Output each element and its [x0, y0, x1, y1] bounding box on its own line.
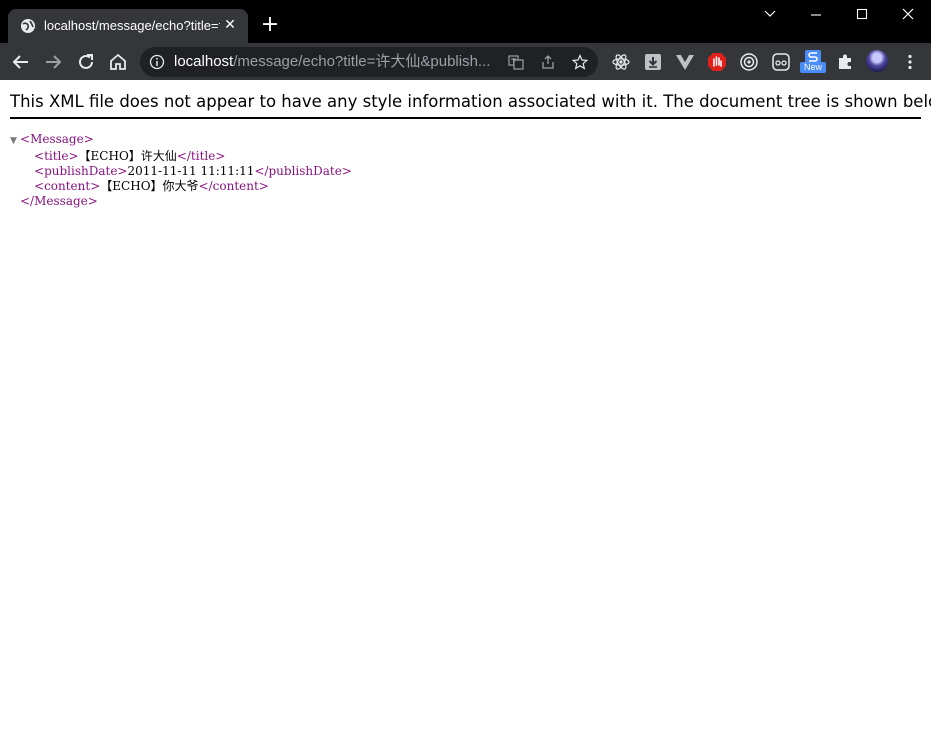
address-path: /message/echo?title=许大仙&publish... — [233, 53, 491, 70]
ghost-icon[interactable] — [771, 52, 791, 72]
xml-element-publishdate: <publishDate>2011-11-11 11:11:11</publis… — [34, 164, 352, 178]
new-badge: New — [800, 62, 826, 73]
xml-root-open[interactable]: ▼ <Message> — [10, 132, 352, 149]
page-content: This XML file does not appear to have an… — [0, 80, 931, 740]
globe-icon — [21, 19, 35, 33]
adblock-icon[interactable] — [707, 52, 727, 72]
home-icon[interactable] — [107, 51, 129, 73]
forward-arrow-icon[interactable] — [42, 51, 64, 73]
tab-search-icon[interactable] — [758, 6, 782, 26]
close-window-icon[interactable] — [896, 6, 920, 26]
xml-element-content: <content>【ECHO】你大爷</content> — [34, 179, 269, 193]
xml-value: 2011-11-11 11:11:11 — [127, 164, 255, 178]
maximize-icon[interactable] — [850, 6, 874, 26]
vue-devtools-icon[interactable] — [675, 52, 695, 72]
xml-value: 【ECHO】你大爷 — [100, 179, 199, 193]
menu-kebab-icon[interactable] — [900, 52, 920, 72]
xml-root-close: </Message> — [20, 194, 98, 208]
close-tab-icon[interactable]: ✕ — [222, 17, 238, 33]
target-icon[interactable] — [739, 52, 759, 72]
xml-value: 【ECHO】许大仙 — [78, 149, 177, 163]
browser-toolbar: localhost/message/echo?title=许大仙&publish… — [0, 43, 931, 80]
xml-style-notice: This XML file does not appear to have an… — [10, 92, 931, 119]
collapse-triangle-icon[interactable]: ▼ — [10, 134, 20, 149]
download-icon[interactable] — [643, 52, 663, 72]
xml-tree: ▼ <Message> <title>【ECHO】许大仙</title> <pub… — [10, 132, 352, 209]
puzzle-icon[interactable] — [835, 52, 855, 72]
address-host: localhost — [174, 53, 234, 70]
xml-element-title: <title>【ECHO】许大仙</title> — [34, 149, 226, 163]
browser-tab[interactable]: localhost/message/echo?title=许大仙&publish… — [8, 9, 248, 43]
back-arrow-icon[interactable] — [10, 51, 32, 73]
new-tab-button[interactable]: + — [260, 14, 280, 36]
xml-open-tag: <Message> — [20, 132, 94, 146]
minimize-icon[interactable] — [804, 6, 828, 26]
address-url[interactable]: localhost/message/echo?title=许大仙&publish… — [174, 54, 490, 70]
react-devtools-icon[interactable] — [611, 52, 631, 72]
share-icon[interactable] — [540, 54, 556, 70]
new-extension-icon[interactable]: New — [800, 50, 826, 74]
browser-titlebar: localhost/message/echo?title=许大仙&publish… — [0, 0, 931, 43]
site-info-icon[interactable] — [149, 54, 165, 70]
tab-title: localhost/message/echo?title=许大仙&publish… — [44, 18, 220, 33]
bookmark-star-icon[interactable] — [572, 54, 588, 70]
reload-icon[interactable] — [75, 51, 97, 73]
translate-icon[interactable] — [508, 54, 524, 70]
profile-avatar[interactable] — [866, 50, 888, 72]
address-bar[interactable]: localhost/message/echo?title=许大仙&publish… — [140, 47, 598, 77]
